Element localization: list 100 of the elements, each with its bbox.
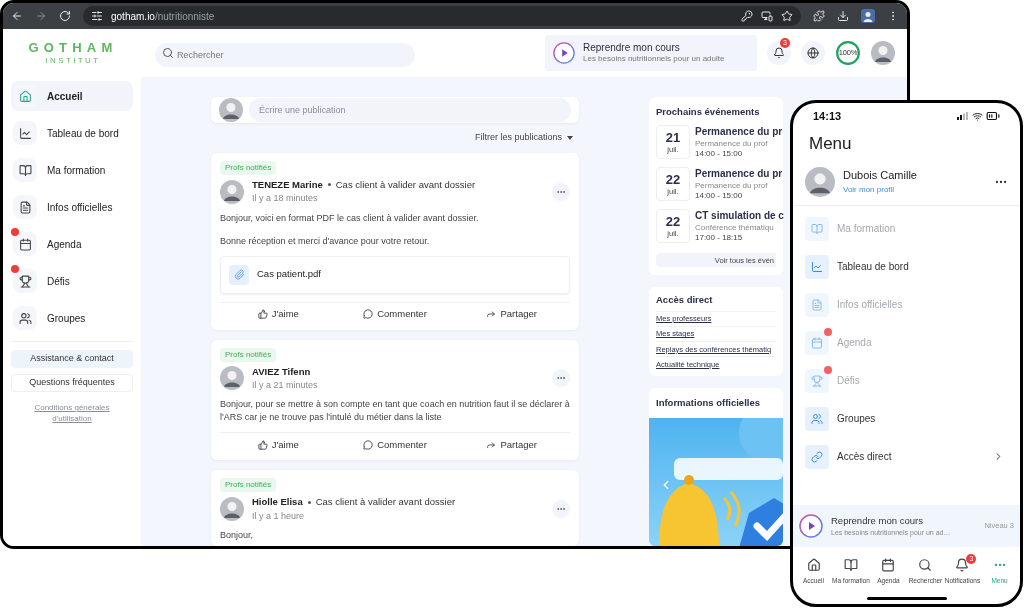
event-time: 14:00 - 15:00 xyxy=(695,190,744,201)
author-name: TENEZE Marine xyxy=(252,177,323,192)
play-icon[interactable] xyxy=(799,514,823,538)
card-title: Accès direct xyxy=(656,293,713,308)
chart-icon xyxy=(805,254,829,279)
attachment-name: Cas patient.pdf xyxy=(257,267,321,282)
post-time: Il y a 18 minutes xyxy=(252,192,319,205)
bookmark-icon[interactable] xyxy=(781,10,793,22)
attachment-card[interactable]: Cas patient.pdf xyxy=(220,255,570,294)
post-action[interactable]: Partager xyxy=(453,306,570,322)
extensions-icon[interactable] xyxy=(813,10,825,22)
home-icon xyxy=(806,558,821,573)
user-avatar xyxy=(871,41,895,65)
document-icon xyxy=(805,292,829,317)
author-name: Hiolle Elisa xyxy=(252,495,303,510)
author-avatar xyxy=(220,366,244,391)
users-icon xyxy=(805,406,829,431)
profile-icon[interactable] xyxy=(861,9,875,23)
logo-title: GOTHAM xyxy=(28,41,118,54)
card-title: Prochains événements xyxy=(656,105,760,119)
post-topic: Cas client à valider avant dossier xyxy=(315,495,456,510)
device-icon[interactable] xyxy=(761,10,773,22)
post-time: Il y a 21 minutes xyxy=(252,378,319,392)
post-text: Bonjour, voici en format PDF le cas client à valider avant dossier. xyxy=(220,211,480,225)
sidebar-item[interactable]: Agenda xyxy=(11,229,133,259)
thumbs-up-icon xyxy=(257,309,268,319)
more-button[interactable] xyxy=(552,369,570,388)
share-icon xyxy=(486,439,497,450)
document-icon xyxy=(13,195,37,219)
download-icon[interactable] xyxy=(837,10,849,22)
play-icon[interactable] xyxy=(553,42,575,64)
event-title: CT simulation de c xyxy=(695,210,784,223)
book-icon xyxy=(13,158,37,182)
sidebar-item[interactable]: Ma formation xyxy=(11,155,133,185)
post-text: Bonjour, xyxy=(220,529,255,542)
chart-icon xyxy=(13,121,37,145)
bell-icon xyxy=(955,558,970,573)
book-icon xyxy=(844,558,858,573)
comment-icon xyxy=(363,309,374,319)
url-path: /nutritionniste xyxy=(154,9,215,24)
author-avatar xyxy=(220,497,244,522)
support-button[interactable]: Questions fréquentes xyxy=(11,374,133,392)
event-title: Permanence du pr xyxy=(695,126,783,139)
filter-button[interactable]: Filtrer les publications xyxy=(474,131,573,145)
post-action[interactable]: J'aime xyxy=(220,306,337,322)
link-icon xyxy=(805,444,829,469)
post-action[interactable]: Commenter xyxy=(336,437,454,452)
event-time: 14:00 - 15:00 xyxy=(695,148,744,159)
wifi-icon xyxy=(972,110,983,122)
key-icon[interactable] xyxy=(741,10,753,22)
post-action[interactable]: J'aime xyxy=(220,437,337,452)
url-domain: gotham.io xyxy=(111,9,155,24)
more-button[interactable] xyxy=(552,182,570,201)
resume-subtitle: Les besoins nutritionnels pour un adulte xyxy=(583,54,725,65)
search-field[interactable]: Rechercher xyxy=(155,43,415,67)
event-title: Permanence du pr xyxy=(695,168,783,181)
support-button[interactable]: Assistance & contact xyxy=(11,350,133,368)
resume-course-card[interactable]: Reprendre mon cours Les besoins nutritionnels pour un adulte xyxy=(545,35,757,71)
post-tag: Profs notifiés xyxy=(220,160,277,175)
calendar-icon xyxy=(13,232,37,256)
author-avatar xyxy=(220,179,244,204)
sidebar-item[interactable]: Infos officielles xyxy=(11,192,133,222)
post-text: Bonne réception et merci d'avance pour votre retour. xyxy=(220,234,431,248)
post-time: Il y a 1 heure xyxy=(252,509,306,523)
event-day: 22 xyxy=(665,215,681,228)
menu-item[interactable]: Groupes xyxy=(805,405,1008,432)
avatar xyxy=(219,98,243,123)
post-action[interactable]: Partager xyxy=(453,437,570,452)
reload-icon[interactable] xyxy=(59,10,71,22)
search-icon xyxy=(918,558,933,573)
status-time: 14:13 xyxy=(813,108,842,124)
post-tag: Profs notifiés xyxy=(220,478,277,493)
sidebar-item[interactable]: Tableau de bord xyxy=(11,118,133,148)
more-button[interactable] xyxy=(552,500,570,519)
event-subtitle: Conférence thématiqu xyxy=(695,222,775,233)
post-text: Bonjour, pour se mettre à son compte en tant que coach en nutrition faut il se déclarer à l'ARS car je ne trouve pas l'intulé du métier dans la liste xyxy=(220,398,570,425)
site-settings-icon[interactable] xyxy=(91,10,103,22)
menu-item[interactable]: Tableau de bord xyxy=(805,253,1008,280)
sidebar-item[interactable]: Groupes xyxy=(11,303,133,333)
address-bar[interactable]: gotham.io/nutritionniste xyxy=(83,6,801,26)
menu-item[interactable]: Accès direct xyxy=(805,443,1008,470)
calendar-icon xyxy=(805,330,829,355)
caret-icon xyxy=(567,136,573,140)
bell-icon xyxy=(773,47,785,59)
trophy-icon xyxy=(13,269,37,293)
back-icon[interactable] xyxy=(11,10,23,22)
compose-field[interactable]: Écrire une publication xyxy=(249,98,571,123)
card-title: Informations officielles xyxy=(655,395,761,410)
event-subtitle: Permanence du prof xyxy=(695,138,769,149)
post-action[interactable]: Commenter xyxy=(336,306,454,322)
resume-title: Reprendre mon cours xyxy=(831,513,924,528)
language-button[interactable] xyxy=(801,41,825,65)
sidebar-item[interactable]: Défis xyxy=(11,266,133,296)
logo-subtitle: INSTITUT xyxy=(45,57,101,65)
profile-avatar xyxy=(805,166,835,197)
sidebar-item[interactable]: Accueil xyxy=(11,81,133,111)
terms-link[interactable]: Conditions générales d'utilisation xyxy=(27,402,117,424)
event-time: 17:00 - 18:15 xyxy=(695,232,744,243)
profile-link[interactable]: Voir mon profil xyxy=(843,183,986,196)
comment-icon xyxy=(363,439,374,450)
